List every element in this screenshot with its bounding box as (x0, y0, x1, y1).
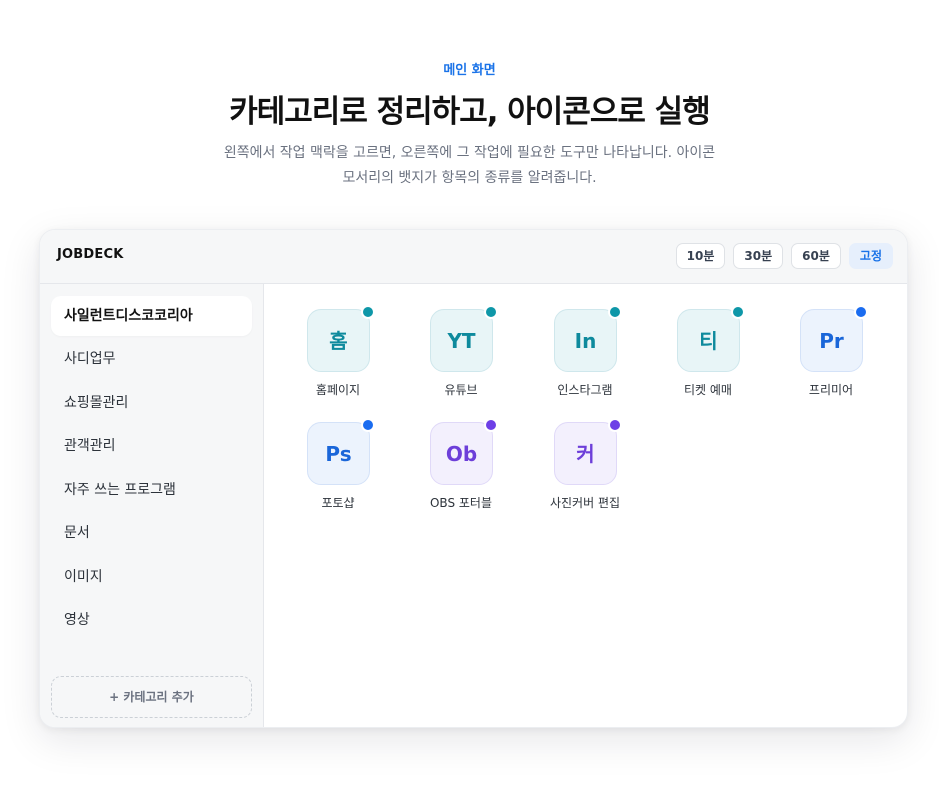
app-brand: JOBDECK (57, 247, 124, 262)
tool-label: 프리미어 (808, 383, 854, 397)
tool-label: 사진커버 편집 (549, 496, 621, 510)
youtube-icon: YT (430, 309, 493, 372)
page-description: 왼쪽에서 작업 맥락을 고르면, 오른쪽에 그 작업에 필요한 도구만 나타납니… (200, 141, 739, 191)
badge-dot (608, 418, 622, 432)
sidebar-item-category[interactable]: 이미지 (51, 557, 252, 597)
badge-dot (608, 305, 622, 319)
badge-dot (484, 305, 498, 319)
sidebar-item-category[interactable]: 문서 (51, 513, 252, 553)
badge-dot (731, 305, 745, 319)
timer-button-30[interactable]: 30분 (733, 243, 784, 269)
timer-button-60[interactable]: 60분 (791, 243, 841, 269)
cover-edit-icon: 커 (554, 422, 617, 485)
category-sidebar: 사일런트디스코코리아 사디업무 쇼핑몰관리 관객관리 자주 쓰는 프로그램 문서… (40, 284, 264, 727)
sidebar-item-category[interactable]: 사디업무 (51, 339, 252, 379)
sidebar-item-category[interactable]: 영상 (51, 600, 252, 640)
badge-dot (361, 305, 375, 319)
description-line: 왼쪽에서 작업 맥락을 고르면, 오른쪽에 그 작업에 필요한 도구만 나타납니… (223, 145, 716, 161)
tool-label: OBS 포터블 (429, 496, 493, 510)
tool-tile-cover-edit[interactable]: 커 사진커버 편집 (535, 418, 635, 522)
add-category-button[interactable]: + 카테고리 추가 (51, 676, 252, 718)
sidebar-item-category[interactable]: 자주 쓰는 프로그램 (51, 470, 252, 510)
badge-dot (361, 418, 375, 432)
tool-tile-homepage[interactable]: 홈 홈페이지 (288, 305, 388, 409)
tool-label: 포토샵 (321, 496, 355, 510)
tool-tile-photoshop[interactable]: Ps 포토샵 (288, 418, 388, 522)
tool-tile-youtube[interactable]: YT 유튜브 (411, 305, 511, 409)
tool-tile-obs[interactable]: Ob OBS 포터블 (411, 418, 511, 522)
ticket-icon: 티 (677, 309, 740, 372)
eyebrow-label: 메인 화면 (443, 63, 496, 78)
sidebar-item-category[interactable]: 사일런트디스코코리아 (51, 296, 252, 336)
tool-label: 유튜브 (444, 383, 478, 397)
app-window: JOBDECK 10분 30분 60분 고정 사일런트디스코코리아 사디업무 쇼… (39, 229, 908, 728)
home-icon: 홈 (307, 309, 370, 372)
tool-label: 티켓 예매 (684, 383, 732, 397)
sidebar-item-category[interactable]: 관객관리 (51, 426, 252, 466)
badge-dot (854, 305, 868, 319)
timer-button-fixed[interactable]: 고정 (848, 243, 893, 269)
photoshop-icon: Ps (307, 422, 370, 485)
top-bar: JOBDECK 10분 30분 60분 고정 (40, 230, 907, 284)
tool-tile-instagram[interactable]: In 인스타그램 (535, 305, 635, 409)
instagram-icon: In (554, 309, 617, 372)
timer-button-10[interactable]: 10분 (675, 243, 726, 269)
tool-label: 홈페이지 (315, 383, 361, 397)
page-title: 카테고리로 정리하고, 아이콘으로 실행 (229, 94, 710, 130)
sidebar-item-category[interactable]: 쇼핑몰관리 (51, 383, 252, 423)
premiere-icon: Pr (800, 309, 863, 372)
badge-dot (484, 418, 498, 432)
obs-icon: Ob (430, 422, 493, 485)
description-line: 모서리의 뱃지가 항목의 종류를 알려줍니다. (342, 170, 597, 186)
tool-grid: 홈 홈페이지 YT 유튜브 In 인스타그램 티 티켓 예매 Pr 프리미어 P… (264, 284, 907, 727)
tool-tile-ticket[interactable]: 티 티켓 예매 (658, 305, 758, 409)
tool-tile-premiere[interactable]: Pr 프리미어 (781, 305, 881, 409)
tool-label: 인스타그램 (557, 383, 613, 397)
timer-group: 10분 30분 60분 고정 (675, 243, 893, 269)
